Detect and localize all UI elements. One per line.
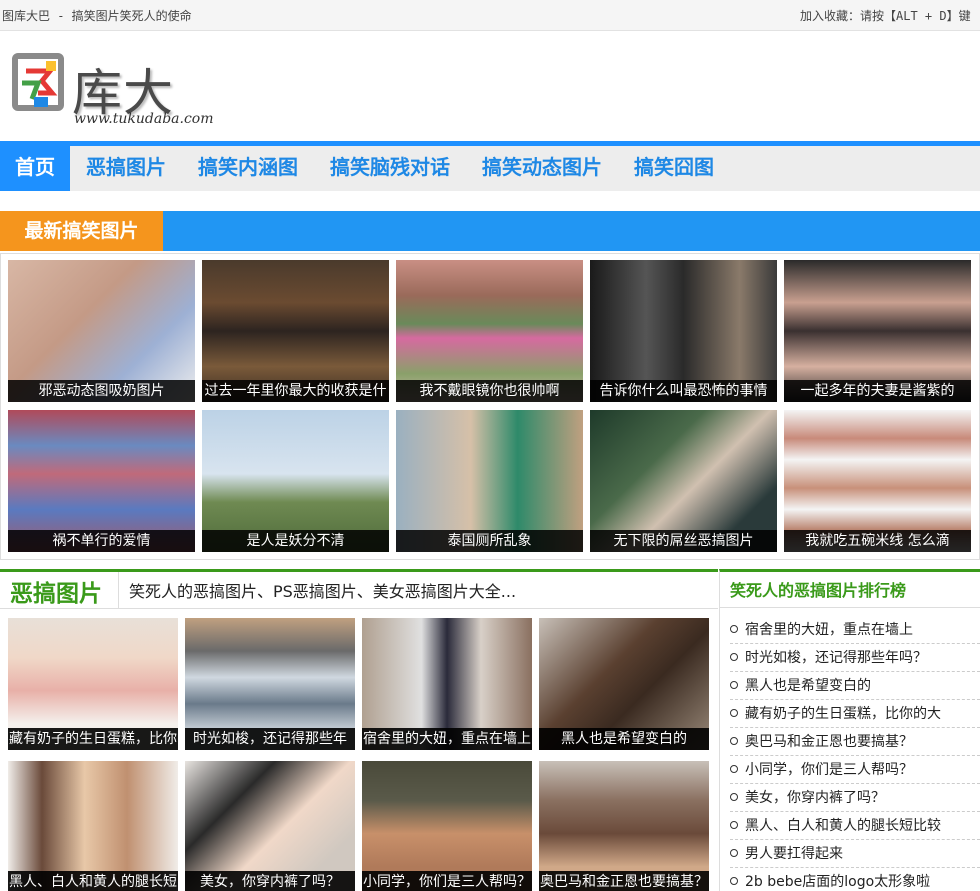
ranking-item[interactable]: 黑人、白人和黄人的腿长短比较 xyxy=(730,812,980,840)
site-tagline: 图库大巴 - 搞笑图片笑死人的使命 xyxy=(2,9,192,23)
bullet-icon xyxy=(730,821,738,829)
ranking-item[interactable]: 2b bebe店面的logo太形象啦 xyxy=(730,868,980,891)
egao-item-caption: 奥巴马和金正恩也要搞基？ xyxy=(539,871,709,891)
egao-item-caption: 藏有奶子的生日蛋糕，比你 xyxy=(8,728,178,750)
latest-item[interactable]: 过去一年里你最大的收获是什 xyxy=(202,260,389,402)
top-bar: 图库大巴 - 搞笑图片笑死人的使命 加入收藏：请按【ALT + D】键 xyxy=(0,0,980,31)
nav-jiongtu[interactable]: 搞笑囧图 xyxy=(618,146,730,191)
bullet-icon xyxy=(730,681,738,689)
egao-section-subtitle: 笑死人的恶搞图片、PS恶搞图片、美女恶搞图片大全... xyxy=(118,572,516,608)
main-nav: 首页 恶搞图片 搞笑内涵图 搞笑脑残对话 搞笑动态图片 搞笑囧图 xyxy=(0,141,980,191)
egao-item-caption: 小同学，你们是三人帮吗？ xyxy=(362,871,532,891)
egao-item[interactable]: 小同学，你们是三人帮吗？ xyxy=(362,761,532,891)
egao-item-caption: 宿舍里的大妞，重点在墙上 xyxy=(362,728,532,750)
latest-item-caption: 无下限的屌丝恶搞图片 xyxy=(590,530,777,552)
ranking-item[interactable]: 时光如梭，还记得那些年吗？ xyxy=(730,644,980,672)
latest-item-caption: 一起多年的夫妻是酱紫的 xyxy=(784,380,971,402)
nav-neihan[interactable]: 搞笑内涵图 xyxy=(182,146,314,191)
bullet-icon xyxy=(730,737,738,745)
nav-home[interactable]: 首页 xyxy=(0,146,70,191)
ranking-item[interactable]: 美女，你穿内裤了吗？ xyxy=(730,784,980,812)
latest-item-caption: 是人是妖分不清 xyxy=(202,530,389,552)
bullet-icon xyxy=(730,849,738,857)
ranking-title: 笑死人的恶搞图片排行榜 xyxy=(720,572,980,608)
egao-item-caption: 黑人、白人和黄人的腿长短 xyxy=(8,871,178,891)
ranking-item[interactable]: 宿舍里的大妞，重点在墙上 xyxy=(730,616,980,644)
latest-item-caption: 我不戴眼镜你也很帅啊 xyxy=(396,380,583,402)
latest-section-title: 最新搞笑图片 xyxy=(0,211,163,251)
latest-item[interactable]: 泰国厕所乱象 xyxy=(396,410,583,552)
latest-item[interactable]: 无下限的屌丝恶搞图片 xyxy=(590,410,777,552)
latest-item-caption: 过去一年里你最大的收获是什 xyxy=(202,380,389,402)
site-logo[interactable]: 库大巴 www.tukudaba.com xyxy=(12,51,217,194)
bullet-icon xyxy=(730,709,738,717)
logo-mark-icon xyxy=(12,53,64,111)
bullet-icon xyxy=(730,653,738,661)
latest-item-caption: 邪恶动态图吸奶图片 xyxy=(8,380,195,402)
egao-item-caption: 时光如梭，还记得那些年 xyxy=(185,728,355,750)
egao-item[interactable]: 宿舍里的大妞，重点在墙上 xyxy=(362,618,532,750)
egao-item[interactable]: 时光如梭，还记得那些年 xyxy=(185,618,355,750)
latest-item[interactable]: 我就吃五碗米线 怎么滴 xyxy=(784,410,971,552)
ranking-item[interactable]: 奥巴马和金正恩也要搞基？ xyxy=(730,728,980,756)
nav-egao[interactable]: 恶搞图片 xyxy=(70,146,182,191)
latest-item[interactable]: 告诉你什么叫最恐怖的事情 xyxy=(590,260,777,402)
egao-item[interactable]: 奥巴马和金正恩也要搞基？ xyxy=(539,761,709,891)
bullet-icon xyxy=(730,765,738,773)
egao-section-title[interactable]: 恶搞图片 xyxy=(10,574,102,608)
egao-section-header: 恶搞图片 笑死人的恶搞图片、PS恶搞图片、美女恶搞图片大全... xyxy=(0,569,718,609)
latest-item-caption: 泰国厕所乱象 xyxy=(396,530,583,552)
nav-dongtai[interactable]: 搞笑动态图片 xyxy=(466,146,618,191)
ranking-item[interactable]: 男人要扛得起来 xyxy=(730,840,980,868)
ranking-item[interactable]: 小同学，你们是三人帮吗？ xyxy=(730,756,980,784)
latest-item-caption: 我就吃五碗米线 怎么滴 xyxy=(784,530,971,552)
ranking-item[interactable]: 藏有奶子的生日蛋糕，比你的大 xyxy=(730,700,980,728)
egao-item[interactable]: 黑人、白人和黄人的腿长短 xyxy=(8,761,178,891)
latest-item[interactable]: 邪恶动态图吸奶图片 xyxy=(8,260,195,402)
latest-item[interactable]: 是人是妖分不清 xyxy=(202,410,389,552)
latest-grid: 邪恶动态图吸奶图片 过去一年里你最大的收获是什 我不戴眼镜你也很帅啊 告诉你什么… xyxy=(0,253,980,560)
latest-section-header: 最新搞笑图片 xyxy=(0,211,980,251)
latest-item[interactable]: 一起多年的夫妻是酱紫的 xyxy=(784,260,971,402)
egao-item[interactable]: 藏有奶子的生日蛋糕，比你 xyxy=(8,618,178,750)
latest-item-caption: 告诉你什么叫最恐怖的事情 xyxy=(590,380,777,402)
ranking-panel: 笑死人的恶搞图片排行榜 宿舍里的大妞，重点在墙上 时光如梭，还记得那些年吗？ 黑… xyxy=(719,569,980,891)
latest-item[interactable]: 我不戴眼镜你也很帅啊 xyxy=(396,260,583,402)
nav-duihua[interactable]: 搞笑脑残对话 xyxy=(314,146,466,191)
bullet-icon xyxy=(730,877,738,885)
egao-item[interactable]: 黑人也是希望变白的 xyxy=(539,618,709,750)
ranking-item[interactable]: 黑人也是希望变白的 xyxy=(730,672,980,700)
egao-item-caption: 黑人也是希望变白的 xyxy=(539,728,709,750)
bullet-icon xyxy=(730,793,738,801)
latest-item-caption: 祸不单行的爱情 xyxy=(8,530,195,552)
latest-item[interactable]: 祸不单行的爱情 xyxy=(8,410,195,552)
egao-item[interactable]: 美女，你穿内裤了吗？ xyxy=(185,761,355,891)
egao-item-caption: 美女，你穿内裤了吗？ xyxy=(185,871,355,891)
header: 库大巴 www.tukudaba.com xyxy=(0,31,980,194)
logo-url: www.tukudaba.com xyxy=(74,111,214,127)
add-favorite-hint[interactable]: 加入收藏：请按【ALT + D】键 xyxy=(800,7,980,24)
bullet-icon xyxy=(730,625,738,633)
